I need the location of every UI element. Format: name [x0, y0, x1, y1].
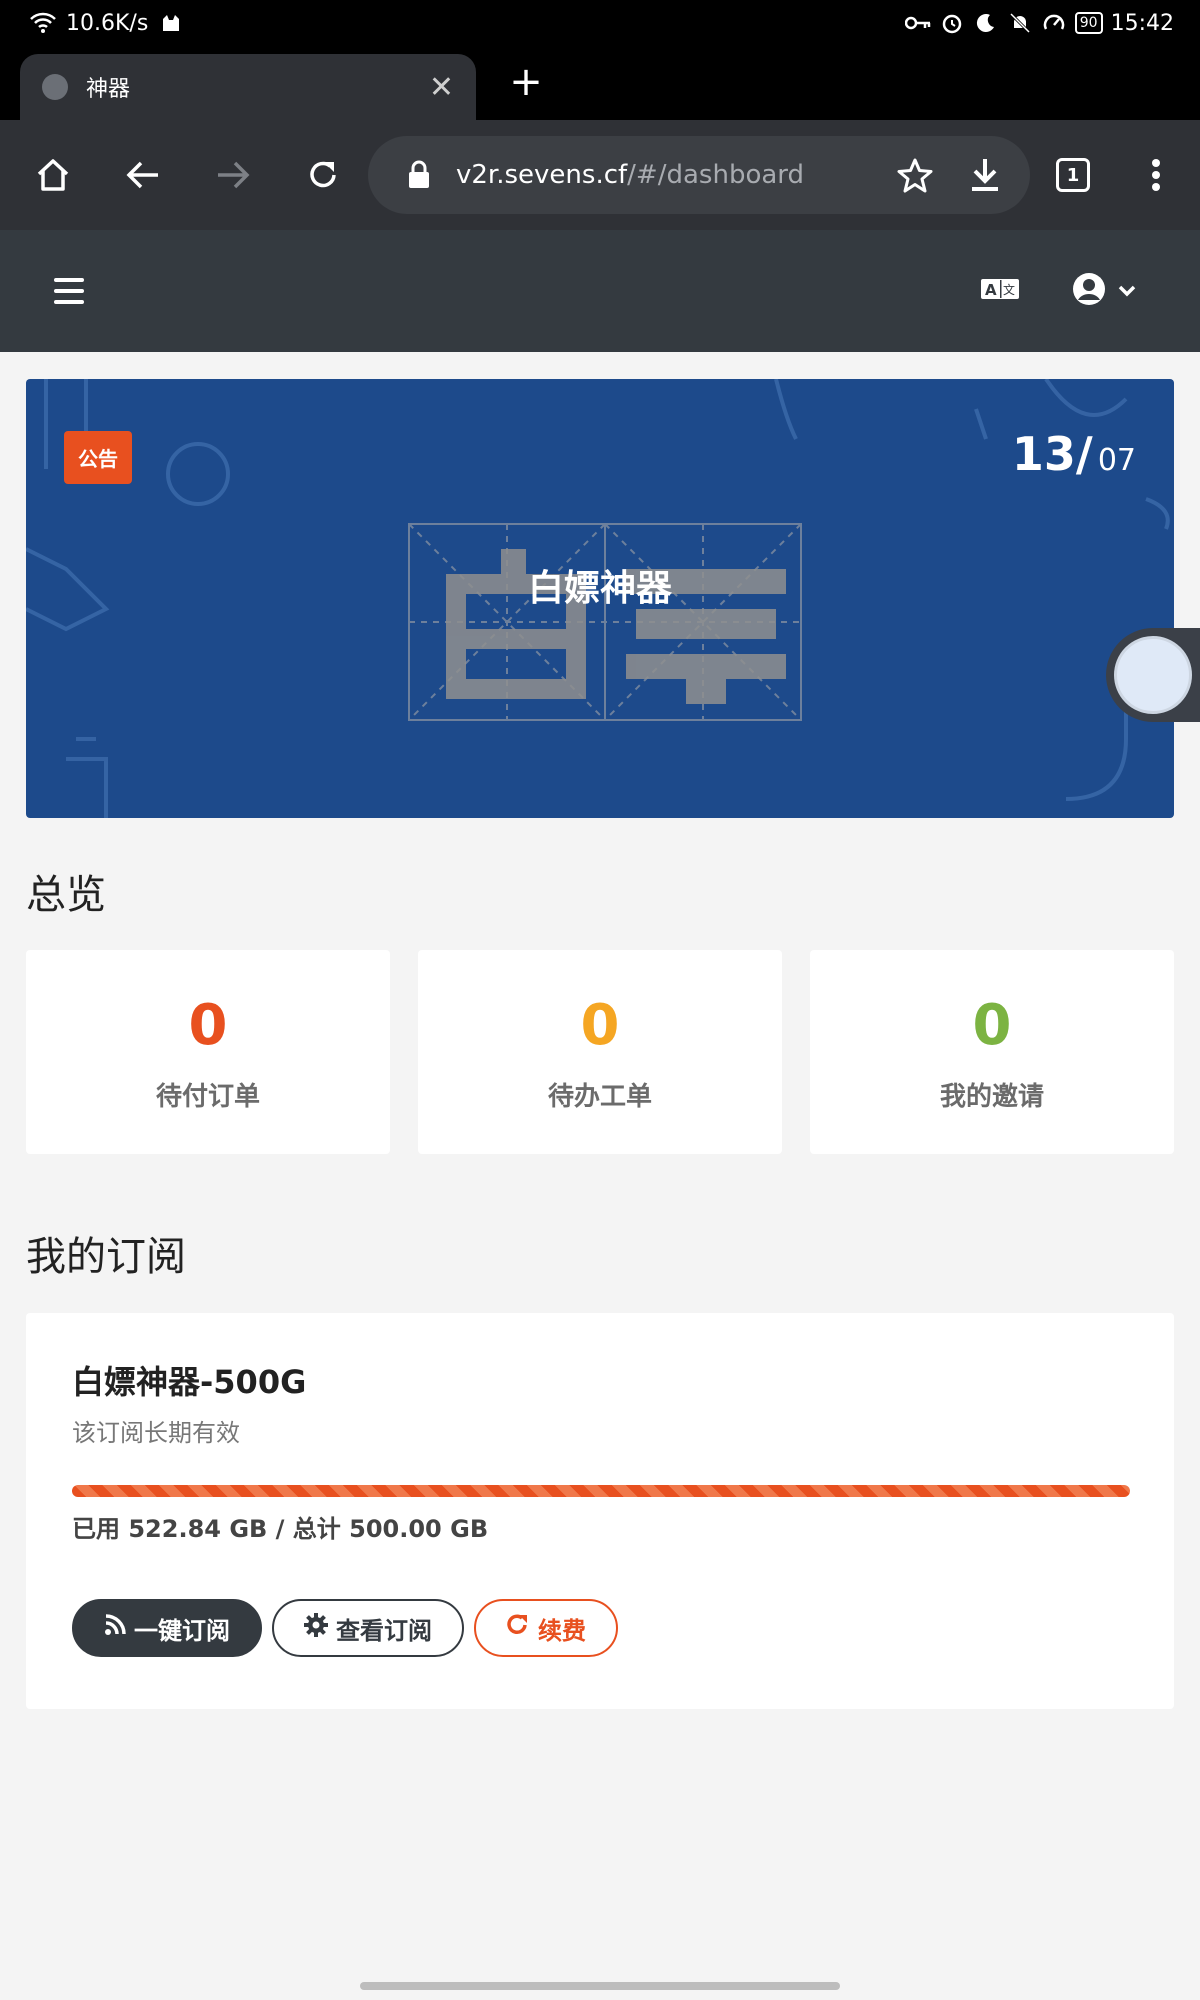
- one-click-subscribe-label: 一键订阅: [134, 1616, 230, 1645]
- browser-tab-strip: 神器 ✕ +: [0, 46, 1200, 120]
- tab-title: 神器: [86, 77, 131, 102]
- svg-text:文: 文: [1003, 282, 1015, 297]
- translate-icon[interactable]: A文: [980, 276, 1020, 306]
- wifi-icon: [30, 10, 56, 36]
- announcement-banner[interactable]: 公告 13/ 07 白嫖神器: [26, 379, 1174, 818]
- app-header: A文: [0, 230, 1200, 352]
- gear-icon: [304, 1613, 328, 1643]
- moon-icon: [973, 10, 999, 36]
- browser-toolbar: v2r.sevens.cf /#/dashboard 1: [0, 120, 1200, 230]
- battery-indicator: 90: [1074, 12, 1103, 34]
- stat-card-invitations[interactable]: 0 我的邀请: [810, 950, 1174, 1154]
- floating-assistant-icon: [1114, 636, 1192, 714]
- browser-tab[interactable]: 神器 ✕: [20, 54, 476, 120]
- key-icon: [904, 10, 931, 36]
- mute-bell-icon: [1007, 10, 1033, 36]
- clock: 15:42: [1110, 10, 1174, 36]
- cat-icon: [158, 10, 184, 36]
- rss-icon: [104, 1614, 126, 1642]
- one-click-subscribe-button[interactable]: 一键订阅: [72, 1599, 262, 1657]
- alarm-icon: [939, 10, 965, 36]
- announcement-month: 07: [1097, 443, 1136, 478]
- user-menu[interactable]: [1072, 272, 1136, 310]
- announcement-date: 13/ 07: [1012, 427, 1136, 481]
- tab-count: 1: [1056, 158, 1090, 192]
- gesture-home-bar[interactable]: [360, 1982, 840, 1990]
- network-speed: 10.6K/s: [66, 10, 149, 36]
- svg-text:A: A: [985, 281, 997, 299]
- usage-text: 已用 522.84 GB / 总计 500.00 GB: [72, 1515, 489, 1543]
- subscription-card: 白嫖神器-500G 该订阅长期有效 已用 522.84 GB / 总计 500.…: [26, 1313, 1174, 1709]
- renew-label: 续费: [538, 1616, 586, 1645]
- bookmark-star-icon[interactable]: [890, 150, 940, 200]
- back-icon[interactable]: [118, 150, 168, 200]
- usage-progress-bar: [72, 1485, 1130, 1497]
- stat-value: 0: [580, 993, 620, 1058]
- view-subscription-label: 查看订阅: [336, 1616, 432, 1645]
- download-icon[interactable]: [960, 150, 1010, 200]
- usage-progress-fill: [72, 1485, 1130, 1497]
- stat-label: 我的邀请: [939, 1082, 1044, 1112]
- url-host: v2r.sevens.cf: [456, 160, 628, 190]
- stat-value: 0: [188, 993, 228, 1058]
- stat-value: 0: [972, 993, 1012, 1058]
- address-bar[interactable]: v2r.sevens.cf /#/dashboard: [368, 136, 1030, 214]
- status-bar: 10.6K/s 90 15:42: [0, 0, 1200, 46]
- subscription-name: 白嫖神器-500G: [72, 1363, 307, 1401]
- stat-label: 待办工单: [547, 1082, 652, 1112]
- globe-icon: [42, 74, 68, 100]
- reload-icon[interactable]: [298, 150, 348, 200]
- announcement-title: 白嫖神器: [527, 568, 672, 609]
- close-tab-icon[interactable]: ✕: [429, 70, 454, 105]
- forward-icon[interactable]: [208, 150, 258, 200]
- renew-button[interactable]: 续费: [474, 1599, 618, 1657]
- stat-card-pending-tickets[interactable]: 0 待办工单: [418, 950, 782, 1154]
- announcement-day: 13/: [1011, 427, 1093, 481]
- speed-icon: [1041, 10, 1067, 36]
- lock-icon: [408, 160, 430, 190]
- announcement-badge: 公告: [64, 431, 132, 484]
- more-menu-icon[interactable]: [1131, 150, 1181, 200]
- new-tab-button[interactable]: +: [506, 62, 546, 102]
- stat-label: 待付订单: [155, 1082, 260, 1112]
- subscription-section-title: 我的订阅: [26, 1234, 186, 1280]
- menu-icon[interactable]: [54, 278, 84, 304]
- redo-icon: [506, 1613, 530, 1643]
- tab-switcher-button[interactable]: 1: [1048, 150, 1098, 200]
- subscription-description: 该订阅长期有效: [72, 1419, 240, 1447]
- subscription-actions: 一键订阅 查看订阅 续费: [72, 1599, 618, 1657]
- home-icon[interactable]: [28, 150, 78, 200]
- overview-title: 总览: [26, 872, 106, 918]
- view-subscription-button[interactable]: 查看订阅: [272, 1599, 464, 1657]
- chevron-down-icon: [1118, 282, 1136, 301]
- stat-card-pending-orders[interactable]: 0 待付订单: [26, 950, 390, 1154]
- floating-assistant-handle[interactable]: [1106, 628, 1200, 722]
- user-avatar-icon: [1072, 272, 1106, 310]
- url-path: /#/dashboard: [627, 160, 805, 190]
